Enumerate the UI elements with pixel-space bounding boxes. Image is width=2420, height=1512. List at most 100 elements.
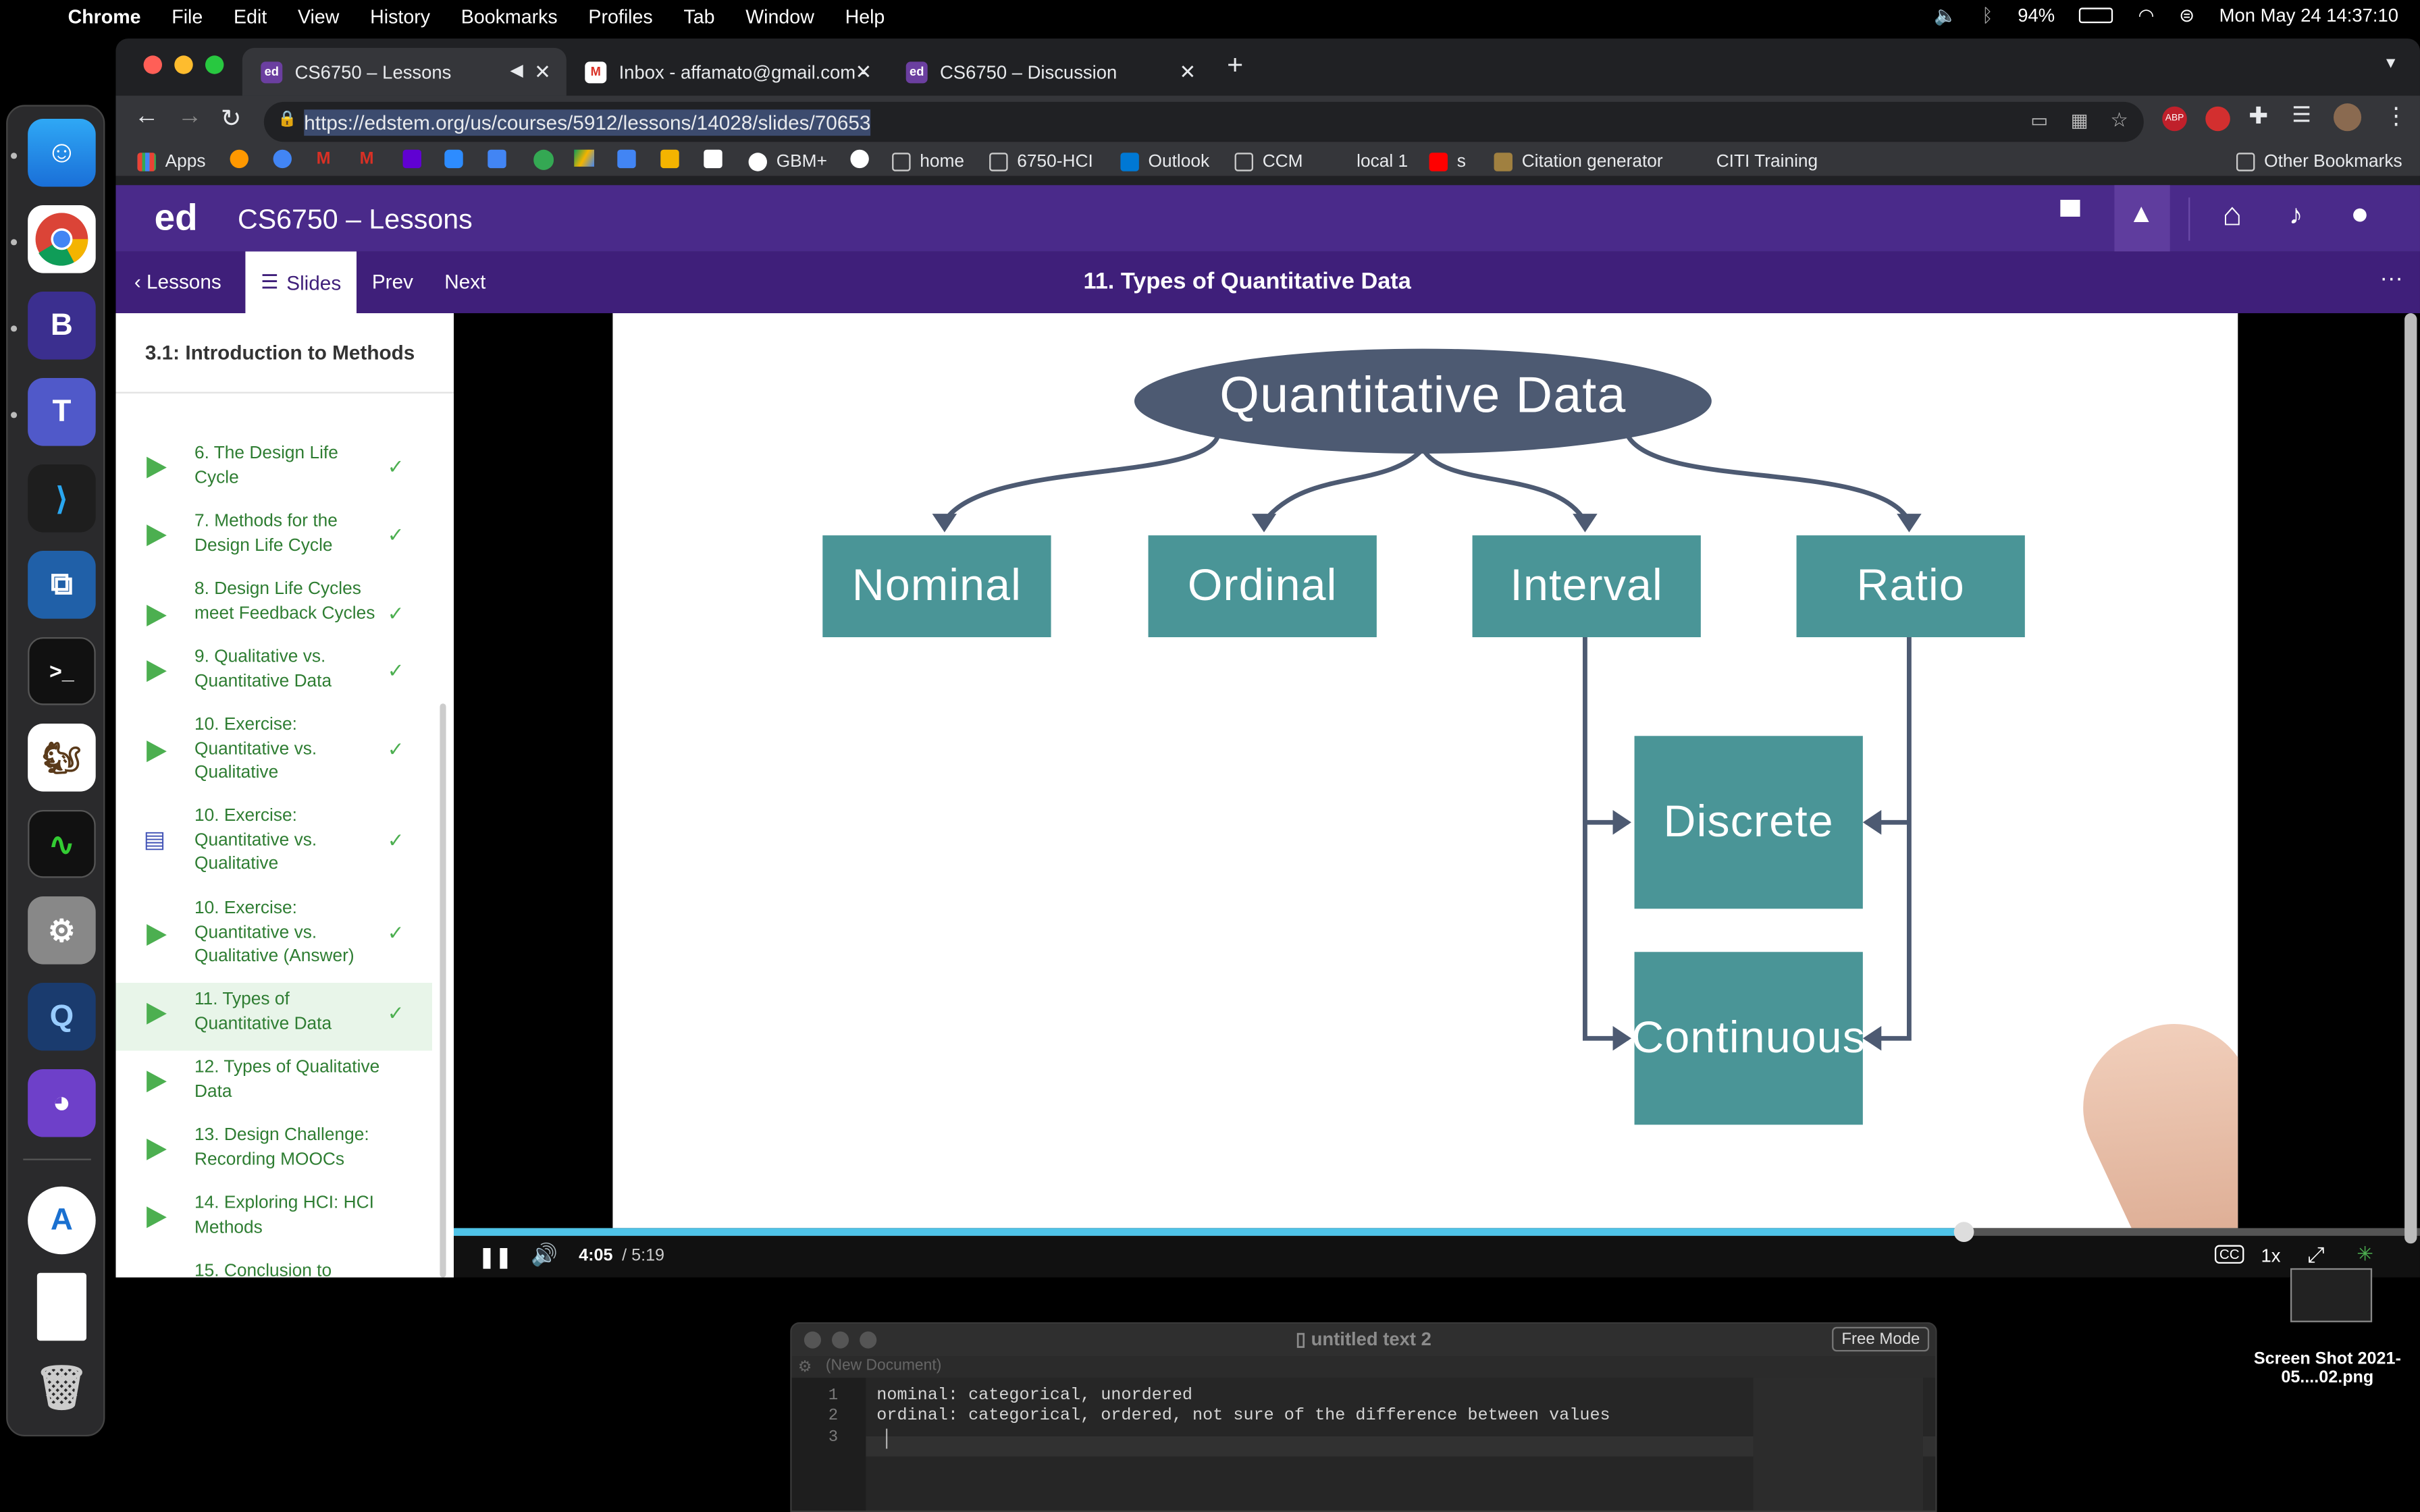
qr-code-icon[interactable]: ▦ (2071, 109, 2088, 131)
teams-icon[interactable]: T (28, 377, 96, 446)
menu-bookmarks[interactable]: Bookmarks (461, 6, 558, 28)
minimize-window-button[interactable] (174, 55, 193, 74)
bookmark-gmail2-icon[interactable]: M (360, 150, 374, 168)
playback-speed-button[interactable]: 1x (2261, 1245, 2281, 1267)
address-bar[interactable]: 🔒 https://edstem.org/us/courses/5912/les… (263, 101, 2144, 142)
gear-icon[interactable]: ⚙ (798, 1357, 812, 1379)
next-button[interactable]: Next (444, 270, 485, 293)
cyberduck-icon[interactable]: 🐿 (28, 723, 96, 792)
captions-button[interactable]: CC (2214, 1245, 2244, 1264)
bookmark-drive-icon[interactable] (574, 149, 594, 167)
back-button[interactable]: ← (134, 103, 159, 131)
bluetooth-icon[interactable]: ᛒ (1982, 5, 1993, 26)
pause-button[interactable]: ❚❚ (479, 1245, 512, 1270)
bookmark-folder-home[interactable]: home (892, 150, 964, 175)
lessons-back-link[interactable]: ‹ Lessons (134, 270, 221, 293)
notifications-bell-icon[interactable]: ♪ (2289, 199, 2303, 232)
video-player[interactable]: Quantitative Data Nominal Ordinal Interv… (453, 313, 2420, 1278)
bookmark-apps[interactable]: Apps (137, 150, 205, 175)
system-preferences-icon[interactable]: ⚙ (28, 896, 96, 965)
bookmark-google-icon[interactable] (850, 149, 869, 169)
document-selector[interactable]: (New Document) (826, 1357, 941, 1374)
bookmark-folder-ccm[interactable]: CCM (1234, 150, 1303, 175)
tab-discussion[interactable]: ed CS6750 – Discussion ✕ (887, 48, 1211, 96)
github-desktop-icon[interactable]: ◕ (28, 1069, 96, 1137)
adblock-extension-icon[interactable]: ABP (2162, 106, 2187, 132)
wifi-icon[interactable]: ◠ (2138, 5, 2155, 26)
sidebar-scrollbar[interactable] (440, 703, 446, 1278)
bbedit-icon[interactable]: B (28, 291, 96, 360)
trash-icon[interactable]: 🗑 (28, 1353, 96, 1422)
lesson-item[interactable]: 9. Qualitative vs. Quantitative Data ✓ (115, 647, 432, 707)
editor-zoom-button[interactable] (860, 1331, 877, 1349)
menu-tab[interactable]: Tab (683, 6, 714, 28)
bookmark-calendar-icon[interactable] (488, 149, 506, 169)
bookmark-star-icon[interactable]: ☆ (2110, 108, 2128, 133)
lesson-item[interactable]: 15. Conclusion to Introduction to Method… (115, 1260, 432, 1278)
bookmark-local1[interactable]: local 1 (1357, 150, 1408, 175)
bookmark-slides-icon[interactable] (704, 149, 722, 169)
ed-logo[interactable]: ed (155, 198, 198, 241)
account-icon[interactable]: ● (2350, 198, 2369, 234)
free-mode-button[interactable]: Free Mode (1832, 1326, 1930, 1352)
bookmark-pinwheel-icon[interactable] (230, 149, 248, 169)
forward-button[interactable]: → (178, 103, 203, 131)
lesson-item[interactable]: ▤ 10. Exercise: Quantitative vs. Qualitat… (115, 805, 432, 890)
tab-search-icon[interactable]: ▼ (2383, 55, 2398, 72)
bookmark-citation[interactable]: Citation generator (1494, 150, 1663, 175)
video-settings-icon[interactable]: ✳ (2357, 1242, 2373, 1267)
menu-edit[interactable]: Edit (234, 6, 267, 28)
activity-monitor-icon[interactable]: ∿ (28, 809, 96, 878)
reading-list-icon[interactable]: ☰ (2292, 102, 2311, 128)
bookmark-youtube[interactable]: s (1429, 150, 1466, 175)
finder-icon[interactable]: ☺ (28, 118, 96, 187)
terminal-icon[interactable]: >_ (28, 637, 96, 705)
menubar-datetime[interactable]: Mon May 24 14:37:10 (2219, 5, 2398, 26)
bookmark-citi[interactable]: CITI Training (1716, 150, 1818, 175)
lesson-item[interactable]: 6. The Design Life Cycle ✓ (115, 443, 432, 503)
volume-button[interactable]: 🔊 (531, 1242, 558, 1268)
tab-close-icon[interactable]: ✕ (534, 60, 551, 85)
menu-file[interactable]: File (172, 6, 203, 28)
bookmark-folder-6750[interactable]: 6750-HCI (989, 150, 1093, 175)
menu-view[interactable]: View (298, 6, 339, 28)
bookmark-translate-icon[interactable] (617, 149, 636, 169)
bookmark-zoom-icon[interactable] (444, 149, 463, 169)
lesson-item[interactable]: 10. Exercise: Quantitative vs. Qualitati… (115, 714, 432, 799)
battery-icon[interactable] (2079, 7, 2113, 24)
menu-help[interactable]: Help (845, 6, 885, 28)
page-scrollbar[interactable] (2404, 313, 2417, 1244)
menu-app-name[interactable]: Chrome (68, 6, 141, 28)
progress-track[interactable] (453, 1228, 2420, 1236)
fullscreen-icon[interactable]: ⤢ (2307, 1242, 2325, 1268)
home-icon[interactable]: ⌂ (2222, 198, 2242, 235)
text-line[interactable]: nominal: categorical, unordered (876, 1387, 1610, 1407)
text-line[interactable]: ordinal: categorical, ordered, not sure … (876, 1407, 1610, 1428)
document-icon[interactable] (36, 1272, 86, 1341)
lesson-item[interactable]: 12. Types of Qualitative Data (115, 1057, 432, 1117)
remote-desktop-icon[interactable]: ⧉ (28, 550, 96, 619)
extension-red-icon[interactable] (2205, 106, 2230, 132)
bookmark-keep-icon[interactable] (660, 149, 679, 169)
tab-muted-audio-icon[interactable]: ◀ (510, 60, 523, 80)
reload-button[interactable]: ↻ (221, 103, 242, 134)
quicktime-icon[interactable]: Q (28, 982, 96, 1051)
editor-minimize-button[interactable] (831, 1331, 849, 1349)
lesson-item[interactable]: 7. Methods for the Design Life Cycle ✓ (115, 511, 432, 571)
tab-close-icon[interactable]: ✕ (855, 60, 872, 85)
maximize-window-button[interactable] (205, 55, 224, 74)
desktop-file-label[interactable]: Screen Shot 2021-05....02.png (2235, 1350, 2420, 1387)
menu-profiles[interactable]: Profiles (588, 6, 652, 28)
lesson-item[interactable]: 10. Exercise: Quantitative vs. Qualitati… (115, 898, 432, 982)
vscode-icon[interactable]: ⟩ (28, 464, 96, 533)
tab-close-icon[interactable]: ✕ (1179, 60, 1196, 85)
bookmark-gmail-icon[interactable]: M (317, 150, 331, 168)
lesson-item[interactable]: 14. Exploring HCI: HCI Methods (115, 1193, 432, 1253)
url-text[interactable]: https://edstem.org/us/courses/5912/lesso… (304, 109, 871, 135)
bookmark-other[interactable]: Other Bookmarks (2236, 150, 2402, 175)
prev-button[interactable]: Prev (372, 270, 413, 293)
appstore-download-icon[interactable]: A (28, 1186, 96, 1255)
menu-history[interactable]: History (370, 6, 430, 28)
chrome-menu-icon[interactable]: ⋮ (2384, 102, 2407, 130)
screenshot-thumbnail[interactable] (2290, 1268, 2373, 1322)
